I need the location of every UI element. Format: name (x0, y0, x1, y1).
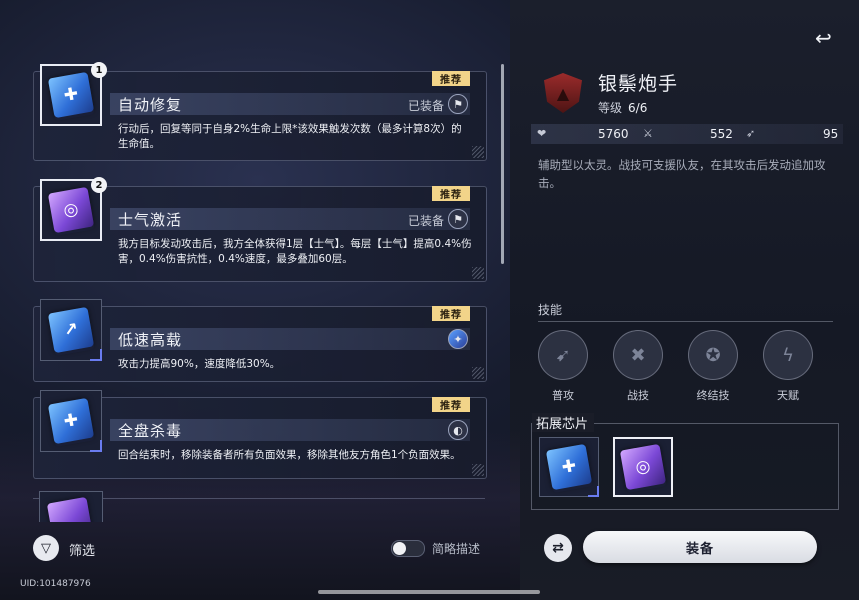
filter-icon[interactable]: ▽ (33, 535, 59, 561)
recommend-tag: 推荐 (432, 71, 470, 86)
recommended-agent-icon: ✦ (448, 329, 468, 349)
extension-slot-1[interactable]: ✚ (539, 437, 599, 497)
skill-battle-skill-icon[interactable]: ✖ (613, 330, 663, 380)
extension-slot-2[interactable]: ◎ (613, 437, 673, 497)
agent-level: 等级 6/6 (598, 99, 647, 116)
toggle-knob (393, 542, 406, 555)
skill-talent-icon[interactable]: ϟ (763, 330, 813, 380)
recommend-tag: 推荐 (432, 397, 470, 412)
chip-card-low-speed-high-load[interactable]: ↗ 推荐 低速高载 ✦ 攻击力提高90%，速度降低30%。 (33, 299, 487, 382)
chip-name: 全盘杀毒 (118, 422, 183, 440)
back-icon[interactable]: ↩ (815, 26, 832, 50)
chip-description: 我方目标发动攻击后，我方全体获得1层【士气】。每层【士气】提高0.4%伤害，0.… (118, 238, 472, 265)
attack-icon: ⚔ (643, 127, 653, 140)
chip-card-auto-repair[interactable]: ✚ 1 推荐 自动修复 已装备 ⚑ 行动后，回复等同于自身2%生命上限*该效果触… (33, 62, 487, 161)
chip-name: 自动修复 (118, 96, 183, 114)
skills-title: 技能 (538, 303, 563, 317)
chip-icon-blue: ↗ (47, 306, 95, 354)
chip-icon-purple (46, 496, 94, 522)
extension-chips-title: 拓展芯片 (532, 413, 595, 432)
brief-description-label[interactable]: 简略描述 (432, 540, 480, 557)
chip-icon-purple: ◎ (619, 443, 667, 491)
faction-shield-icon: ▲ (544, 73, 582, 113)
chip-slot-partial (39, 491, 103, 522)
owner-avatar-icon: ⚑ (448, 94, 468, 114)
equipped-status: 已装备 (407, 214, 444, 228)
recommend-tag: 推荐 (432, 306, 470, 321)
skill-label: 战技 (627, 389, 649, 402)
recommend-tag: 推荐 (432, 186, 470, 201)
equip-order-badge: 2 (91, 177, 107, 193)
hp-value: 5760 (598, 127, 629, 141)
recommended-agent-icon: ◐ (448, 420, 468, 440)
chip-card-full-antivirus[interactable]: ✚ 推荐 全盘杀毒 ◐ 回合结束时，移除装备者所有负面效果，移除其他友方角色1个… (33, 390, 487, 479)
filter-label[interactable]: 筛选 (69, 540, 95, 559)
chip-description: 回合结束时，移除装备者所有负面效果，移除其他友方角色1个负面效果。 (118, 449, 461, 461)
skills-divider (538, 321, 833, 322)
home-indicator (318, 590, 540, 594)
agent-emblem: ▲ (540, 70, 586, 116)
speed-icon: ➶ (746, 127, 756, 140)
chip-slot: ✚ (40, 390, 102, 452)
equip-order-badge: 1 (91, 62, 107, 78)
level-label: 等级 (598, 101, 623, 115)
chip-name: 低速高载 (118, 331, 183, 349)
chip-slot: ↗ (40, 299, 102, 361)
skill-label: 普攻 (552, 389, 574, 402)
chip-card-morale-boost[interactable]: ◎ 2 推荐 士气激活 已装备 ⚑ 我方目标发动攻击后，我方全体获得1层【士气】… (33, 177, 487, 282)
chip-icon-blue: ✚ (545, 443, 593, 491)
hp-icon: ❤ (537, 127, 547, 140)
list-scrollbar[interactable] (501, 64, 504, 264)
chip-icon-blue: ✚ (47, 71, 95, 119)
level-value: 6/6 (628, 101, 648, 115)
corner-decoration (472, 367, 484, 379)
skill-label: 终结技 (696, 389, 730, 402)
brief-description-toggle[interactable] (391, 540, 425, 557)
speed-value: 95 (823, 127, 839, 141)
skill-ultimate-icon[interactable]: ✪ (688, 330, 738, 380)
corner-decoration (472, 464, 484, 476)
chip-description: 攻击力提高90%，速度降低30%。 (118, 358, 281, 370)
chip-icon-blue: ✚ (47, 397, 95, 445)
chip-icon-purple: ◎ (47, 186, 95, 234)
skill-basic-attack-icon[interactable]: ➹ (538, 330, 588, 380)
attack-value: 552 (710, 127, 733, 141)
equip-button[interactable]: 装备 (583, 531, 817, 563)
corner-decoration (472, 267, 484, 279)
chip-description: 行动后，回复等同于自身2%生命上限*该效果触发次数（最多计算8次）的生命值。 (118, 123, 462, 150)
owner-avatar-icon: ⚑ (448, 209, 468, 229)
swap-icon[interactable]: ⇄ (544, 534, 572, 562)
equipped-status: 已装备 (407, 99, 444, 113)
chip-name: 士气激活 (118, 211, 183, 229)
skill-label: 天赋 (777, 389, 799, 402)
corner-decoration (472, 146, 484, 158)
stats-bar (531, 124, 843, 144)
user-id: UID:101487976 (20, 579, 91, 589)
agent-description: 辅助型以太灵。战技可支援队友，在其攻击后发动追加攻击。 (538, 158, 826, 190)
agent-name: 银鬃炮手 (598, 73, 679, 95)
